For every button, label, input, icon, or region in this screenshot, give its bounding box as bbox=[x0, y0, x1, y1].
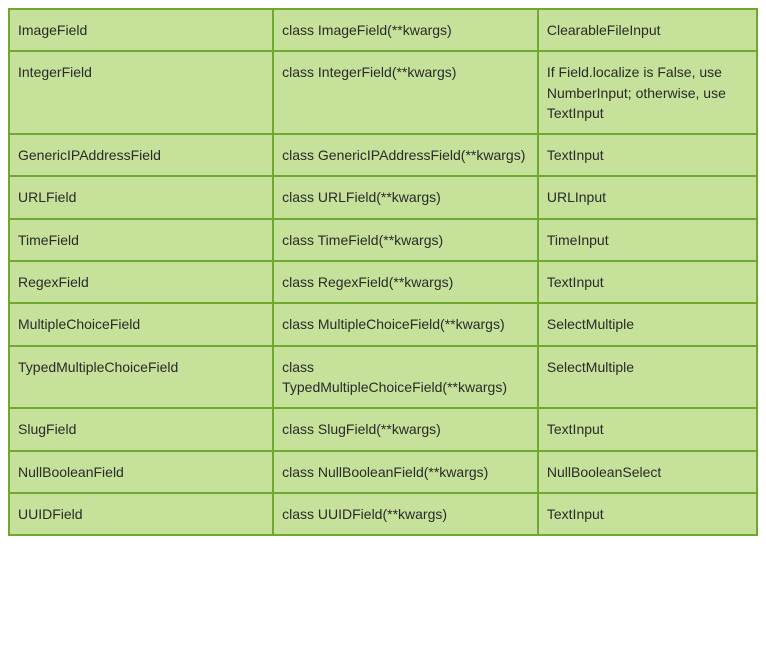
table-row: NullBooleanField class NullBooleanField(… bbox=[9, 451, 757, 493]
table-row: GenericIPAddressField class GenericIPAdd… bbox=[9, 134, 757, 176]
field-class-cell: class MultipleChoiceField(**kwargs) bbox=[273, 303, 538, 345]
field-name-cell: TimeField bbox=[9, 219, 273, 261]
field-widget-cell: TextInput bbox=[538, 408, 757, 450]
field-widget-cell: URLInput bbox=[538, 176, 757, 218]
field-name-cell: TypedMultipleChoiceField bbox=[9, 346, 273, 409]
field-widget-cell: NullBooleanSelect bbox=[538, 451, 757, 493]
table-row: SlugField class SlugField(**kwargs) Text… bbox=[9, 408, 757, 450]
field-name-cell: RegexField bbox=[9, 261, 273, 303]
table-row: TimeField class TimeField(**kwargs) Time… bbox=[9, 219, 757, 261]
table-row: MultipleChoiceField class MultipleChoice… bbox=[9, 303, 757, 345]
field-class-cell: class URLField(**kwargs) bbox=[273, 176, 538, 218]
field-class-cell: class UUIDField(**kwargs) bbox=[273, 493, 538, 535]
table-row: IntegerField class IntegerField(**kwargs… bbox=[9, 51, 757, 134]
table-row: URLField class URLField(**kwargs) URLInp… bbox=[9, 176, 757, 218]
field-name-cell: NullBooleanField bbox=[9, 451, 273, 493]
field-class-cell: class SlugField(**kwargs) bbox=[273, 408, 538, 450]
field-name-cell: UUIDField bbox=[9, 493, 273, 535]
field-name-cell: MultipleChoiceField bbox=[9, 303, 273, 345]
field-widget-cell: TextInput bbox=[538, 261, 757, 303]
field-class-cell: class TypedMultipleChoiceField(**kwargs) bbox=[273, 346, 538, 409]
field-class-cell: class RegexField(**kwargs) bbox=[273, 261, 538, 303]
field-class-cell: class TimeField(**kwargs) bbox=[273, 219, 538, 261]
field-name-cell: GenericIPAddressField bbox=[9, 134, 273, 176]
table-row: ImageField class ImageField(**kwargs) Cl… bbox=[9, 9, 757, 51]
field-reference-table: ImageField class ImageField(**kwargs) Cl… bbox=[8, 8, 758, 536]
field-widget-cell: SelectMultiple bbox=[538, 303, 757, 345]
field-name-cell: SlugField bbox=[9, 408, 273, 450]
table-body: ImageField class ImageField(**kwargs) Cl… bbox=[9, 9, 757, 535]
table-row: UUIDField class UUIDField(**kwargs) Text… bbox=[9, 493, 757, 535]
table-row: RegexField class RegexField(**kwargs) Te… bbox=[9, 261, 757, 303]
field-name-cell: IntegerField bbox=[9, 51, 273, 134]
field-class-cell: class NullBooleanField(**kwargs) bbox=[273, 451, 538, 493]
field-name-cell: URLField bbox=[9, 176, 273, 218]
field-widget-cell: TimeInput bbox=[538, 219, 757, 261]
field-widget-cell: If Field.localize is False, use NumberIn… bbox=[538, 51, 757, 134]
field-widget-cell: ClearableFileInput bbox=[538, 9, 757, 51]
field-class-cell: class GenericIPAddressField(**kwargs) bbox=[273, 134, 538, 176]
field-name-cell: ImageField bbox=[9, 9, 273, 51]
field-widget-cell: TextInput bbox=[538, 134, 757, 176]
field-class-cell: class IntegerField(**kwargs) bbox=[273, 51, 538, 134]
field-widget-cell: SelectMultiple bbox=[538, 346, 757, 409]
table-row: TypedMultipleChoiceField class TypedMult… bbox=[9, 346, 757, 409]
field-widget-cell: TextInput bbox=[538, 493, 757, 535]
field-class-cell: class ImageField(**kwargs) bbox=[273, 9, 538, 51]
